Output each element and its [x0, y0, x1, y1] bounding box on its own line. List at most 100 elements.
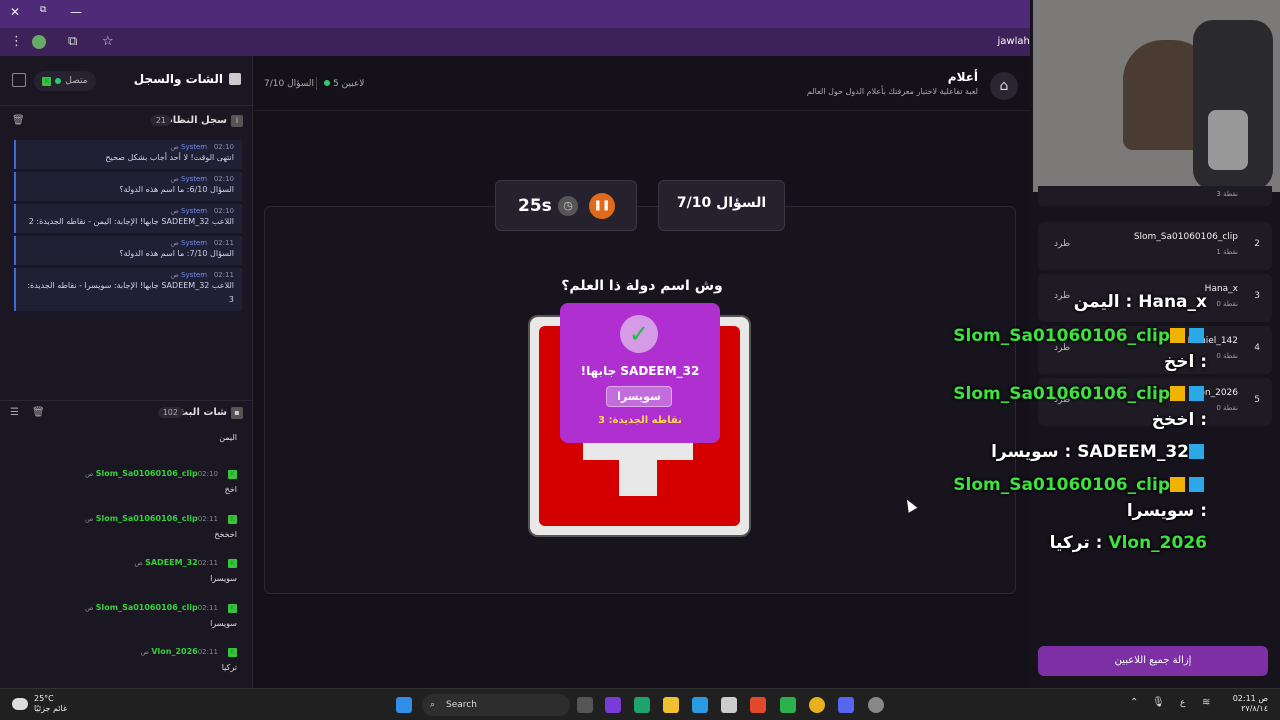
player-row: 2 Slom_Sa01060106_clip 1 نقطة طرد — [1038, 222, 1272, 270]
overlay-text: تركيا — [1049, 533, 1090, 553]
microphone — [1208, 110, 1248, 170]
xbox-icon[interactable] — [780, 697, 796, 713]
chrome-icon[interactable] — [809, 697, 825, 713]
store-icon[interactable] — [721, 697, 737, 713]
file-explorer-icon[interactable] — [663, 697, 679, 713]
username[interactable]: Slom_Sa01060106_clip — [96, 514, 198, 523]
info-icon: i — [231, 115, 243, 127]
player-rank: 5 — [1254, 395, 1260, 405]
overlay-text: اخخخ — [1151, 410, 1195, 430]
message-text: اخخ — [224, 485, 237, 494]
correct-answer-card: ✓ SADEEM_32 جابها! سويسرا نقاطه الجديدة:… — [560, 303, 720, 443]
game-header: ⌂ أعلام لعبة تفاعلية لاختبار معرفتك بأعل… — [254, 56, 1030, 111]
username[interactable]: Vlon_2026 — [151, 647, 197, 656]
bookmark-star-icon[interactable]: ☆ — [102, 34, 114, 49]
overlay-text: اليمن — [1073, 292, 1120, 312]
message-text: اللاعب SADEEM_32 جابها! الإجابة: اليمن -… — [28, 217, 234, 226]
language-indicator[interactable]: ع — [1180, 698, 1185, 708]
question-progress: السؤال 7/10 — [676, 195, 767, 211]
chat-message: K Slom_Sa01060106_clip02:11 ص اخخخخ — [17, 506, 237, 539]
overlay-username: Slom_Sa01060106_clip — [953, 475, 1170, 495]
player-points: 0 نقطة — [1216, 404, 1238, 412]
obs-icon[interactable] — [868, 697, 884, 713]
stream-chat-list[interactable]: اليمن K Slom_Sa01060106_clip02:10 ص اخخ … — [0, 431, 253, 688]
extensions-icon[interactable]: ⧉ — [68, 34, 77, 49]
overlay-username: Slom_Sa01060106_clip — [953, 384, 1170, 404]
chat-log-panel: الشات والسجل K متصل i سجل النظام 21 🗑 Sy… — [0, 56, 253, 688]
message-text: اللاعب SADEEM_32 جابها! الإجابة: سويسرا … — [27, 281, 234, 304]
kick-player-button[interactable]: طرد — [1054, 239, 1070, 249]
message-text: انتهى الوقت! لا أحد أجاب بشكل صحيح — [105, 153, 234, 162]
username[interactable]: SADEEM_32 — [145, 558, 198, 567]
url-text[interactable]: jawlah. — [997, 36, 1033, 47]
panel-title: الشات والسجل — [133, 72, 223, 86]
close-icon[interactable]: ✕ — [10, 5, 20, 19]
discord-icon[interactable] — [838, 697, 854, 713]
minimize-icon[interactable]: — — [70, 5, 82, 19]
system-clock[interactable]: 02:11 ص ٢٧/٨/١٤ — [1233, 694, 1268, 714]
windows-taskbar: 25°C غائم جزئيًا ⌕ Search ⌃ 🎙 ع ≋ 02:11 ص٢… — [0, 688, 1280, 720]
system-log-label: سجل النظام — [165, 115, 227, 126]
tabs-icon[interactable]: ⧉ — [40, 5, 46, 15]
overlay-message: تركيا : Vlon_2026 — [1049, 533, 1207, 553]
chat-message-body: اليمن — [17, 433, 237, 442]
answer-badge: سويسرا — [606, 386, 672, 407]
copilot-icon[interactable] — [605, 697, 621, 713]
overlay-message: Slom_Sa01060106_clip — [953, 326, 1207, 346]
question-counter: السؤال 7/10 — [264, 79, 315, 89]
brave-icon[interactable] — [750, 697, 766, 713]
overlay-message: Slom_Sa01060106_clip — [953, 475, 1207, 495]
player-name: Slom_Sa01060106_clip — [1133, 232, 1238, 242]
wifi-icon[interactable]: ≋ — [1202, 697, 1210, 708]
edge-icon[interactable] — [634, 697, 650, 713]
remove-all-players-button[interactable]: إزالة جميع اللاعبين — [1038, 646, 1268, 676]
trash-icon[interactable]: 🗑 — [12, 115, 25, 126]
username[interactable]: Slom_Sa01060106_clip — [96, 603, 198, 612]
chat-icon — [229, 73, 241, 85]
divider — [316, 77, 317, 90]
username[interactable]: Slom_Sa01060106_clip — [96, 469, 198, 478]
chat-bubble-icon: ▪ — [231, 407, 243, 419]
badge-icon — [1189, 386, 1204, 401]
search-box[interactable]: ⌕ Search — [422, 694, 570, 716]
start-icon[interactable] — [396, 697, 412, 713]
browser-titlebar: ✕ ⧉ — — [0, 0, 1033, 28]
players-label: 5 لاعبين — [333, 79, 365, 89]
badge-icon — [1189, 444, 1204, 459]
crown-icon — [1170, 386, 1185, 401]
profile-icon[interactable] — [32, 35, 46, 49]
overlay-username: Slom_Sa01060106_clip — [953, 326, 1170, 346]
message-text: سويسرا — [210, 574, 237, 583]
system-message: System 02:11 ص السؤال 7/10: ما اسم هذه ا… — [14, 236, 242, 265]
message-text: اخخخخ — [214, 530, 237, 539]
edge-browser-icon[interactable] — [692, 697, 708, 713]
overlay-message-text: اخخ : — [1163, 352, 1207, 372]
system-log-list[interactable]: System 02:10 ص انتهى الوقت! لا أحد أجاب … — [14, 140, 244, 383]
trash-icon[interactable]: 🗑 — [32, 407, 45, 418]
message-text: اليمن — [219, 433, 237, 442]
menu-icon[interactable]: ⋮ — [10, 34, 23, 49]
collapse-panel-icon[interactable] — [12, 73, 26, 87]
timer-pill: 25s ◷ ❚❚ — [495, 180, 637, 231]
chevron-up-icon[interactable]: ⌃ — [1130, 697, 1138, 708]
microphone-icon[interactable]: 🎙 — [1152, 697, 1165, 708]
system-message: System 02:10 ص السؤال 6/10: ما اسم هذه ا… — [14, 172, 242, 201]
pause-button[interactable]: ❚❚ — [589, 193, 615, 219]
weather-widget[interactable]: 25°C غائم جزئيًا — [34, 694, 67, 714]
home-icon[interactable]: ⌂ — [990, 72, 1018, 100]
filter-icon[interactable]: ☰ — [10, 407, 19, 418]
task-view-icon[interactable] — [577, 697, 593, 713]
stream-chat-header: ▪ شات البث 102 🗑 ☰ — [0, 400, 253, 426]
chat-message: K Slom_Sa01060106_clip02:10 ص اخخ — [17, 461, 237, 494]
overlay-message: اليمن : Hana_x — [1073, 292, 1207, 312]
search-icon: ⌕ — [430, 700, 436, 710]
sender: System — [181, 175, 208, 183]
overlay-message-text: اخخخ : — [1151, 410, 1207, 430]
overlay-username: Vlon_2026 — [1108, 533, 1207, 553]
chat-message: K Vlon_202602:11 ص تركيا — [17, 639, 237, 672]
system-message: System 02:10 ص اللاعب SADEEM_32 جابها! ا… — [14, 204, 242, 233]
weather-desc: غائم جزئيًا — [34, 704, 68, 713]
chat-message: K SADEEM_3202:11 ص سويسرا — [17, 550, 237, 583]
webcam-feed — [1033, 0, 1280, 192]
overlay-text: سويسرا — [1126, 501, 1195, 521]
